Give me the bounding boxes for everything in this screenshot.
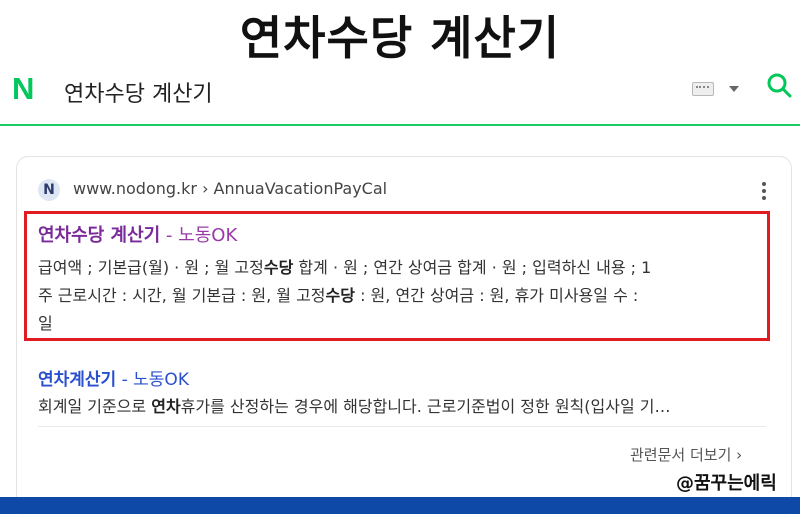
desc-keyword: 수당 bbox=[325, 286, 355, 305]
desc-text: 급여액 ; 기본급(월) · 원 ; 월 고정 bbox=[38, 258, 264, 277]
desc-text: 회계일 기준으로 bbox=[38, 397, 152, 416]
title-separator: - bbox=[121, 370, 128, 390]
desc-keyword: 연차 bbox=[151, 397, 181, 416]
chevron-down-icon[interactable] bbox=[729, 86, 739, 92]
desc-keyword: 수당 bbox=[263, 258, 294, 277]
search-icon[interactable] bbox=[766, 72, 792, 98]
naver-logo[interactable]: N bbox=[12, 73, 42, 104]
result-title[interactable]: 연차수당 계산기 - 노동OK bbox=[38, 221, 237, 247]
result-description: 회계일 기준으로 연차휴가를 산정하는 경우에 해당합니다. 근로기준법이 정한… bbox=[38, 393, 778, 417]
keyboard-icon[interactable] bbox=[692, 82, 714, 96]
watermark: @꿈꾸는에릭 bbox=[676, 473, 777, 494]
desc-text: 일 bbox=[38, 314, 53, 333]
result-title-text[interactable]: 연차계산기 bbox=[38, 370, 116, 390]
divider bbox=[38, 426, 766, 427]
result-title[interactable]: 연차계산기 - 노동OK bbox=[38, 365, 189, 390]
result-description: 급여액 ; 기본급(월) · 원 ; 월 고정수당 합계 · 원 ; 연간 상여… bbox=[38, 254, 763, 338]
result-title-text[interactable]: 연차수당 계산기 bbox=[38, 225, 160, 246]
title-separator: - bbox=[165, 225, 173, 246]
search-bar: N 연차수당 계산기 bbox=[0, 60, 800, 126]
desc-text: 합계 · 원 ; 연간 상여금 합계 · 원 ; 입력하신 내용 ; 1 bbox=[293, 258, 652, 277]
more-documents-link[interactable]: 관련문서 더보기 › bbox=[630, 444, 742, 465]
desc-text: : 원, 연간 상여금 : 원, 휴가 미사용일 수 : bbox=[354, 286, 639, 305]
bottom-bar bbox=[0, 497, 800, 514]
result-source[interactable]: 노동OK bbox=[178, 225, 237, 246]
site-favicon: N bbox=[38, 179, 60, 201]
site-url[interactable]: www.nodong.kr › AnnuaVacationPayCal bbox=[73, 179, 387, 198]
desc-text: 주 근로시간 : 시간, 월 기본급 : 원, 월 고정 bbox=[38, 286, 326, 305]
result-source[interactable]: 노동OK bbox=[133, 370, 189, 390]
search-input[interactable]: 연차수당 계산기 bbox=[64, 76, 213, 108]
more-options-icon[interactable] bbox=[762, 182, 766, 200]
desc-text: 휴가를 산정하는 경우에 해당합니다. 근로기준법이 정한 원칙(입사일 기… bbox=[180, 397, 671, 416]
banner-title: 연차수당 계산기 bbox=[239, 11, 561, 65]
